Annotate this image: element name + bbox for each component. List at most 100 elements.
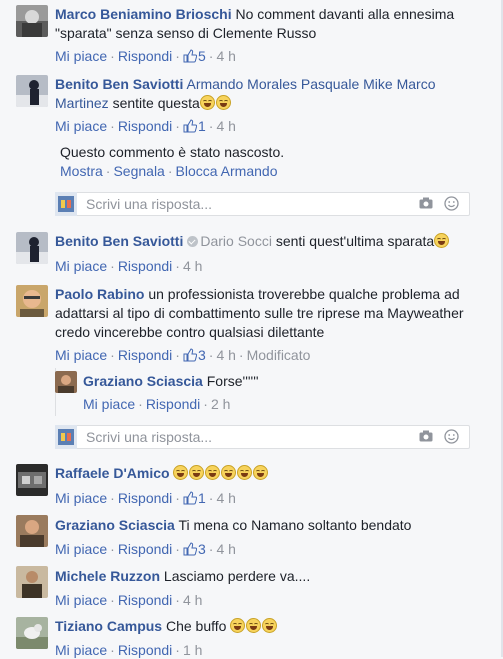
block-link[interactable]: Blocca Armando bbox=[176, 163, 278, 179]
comment-author[interactable]: Graziano Sciascia bbox=[83, 373, 203, 389]
reply-button[interactable]: Rispondi bbox=[118, 258, 172, 274]
comment-author[interactable]: Marco Beniamino Brioschi bbox=[55, 6, 232, 22]
separator: · bbox=[110, 490, 115, 506]
reply-box[interactable] bbox=[55, 425, 470, 449]
reply-button[interactable]: Rispondi bbox=[118, 642, 172, 658]
reply-button[interactable]: Rispondi bbox=[118, 347, 172, 363]
like-count[interactable]: 3 bbox=[183, 541, 206, 557]
avatar[interactable] bbox=[16, 5, 48, 37]
like-button[interactable]: Mi piace bbox=[55, 118, 107, 134]
timestamp[interactable]: 1 h bbox=[183, 642, 202, 658]
comment-author[interactable]: Raffaele D'Amico bbox=[55, 465, 170, 481]
camera-icon[interactable] bbox=[419, 197, 433, 209]
reply-input[interactable] bbox=[86, 426, 409, 448]
reply-button[interactable]: Rispondi bbox=[118, 592, 172, 608]
reply-box[interactable] bbox=[55, 192, 470, 216]
avatar[interactable] bbox=[16, 232, 48, 264]
reply-button[interactable]: Rispondi bbox=[118, 541, 172, 557]
like-button[interactable]: Mi piace bbox=[55, 48, 107, 64]
separator: · bbox=[110, 592, 115, 608]
smiley-icon[interactable] bbox=[444, 429, 459, 444]
timestamp[interactable]: 4 h bbox=[183, 592, 202, 608]
edited-label[interactable]: Modificato bbox=[247, 347, 311, 363]
timestamp[interactable]: 4 h bbox=[216, 48, 235, 64]
comment-author[interactable]: Benito Ben Saviotti bbox=[55, 76, 183, 92]
reply-button[interactable]: Rispondi bbox=[118, 490, 172, 506]
reply-button[interactable]: Rispondi bbox=[146, 396, 200, 412]
separator: · bbox=[208, 490, 214, 506]
separator: · bbox=[208, 48, 214, 64]
emoji-laugh-icon bbox=[173, 465, 189, 480]
like-count[interactable]: 1 bbox=[183, 490, 206, 506]
reply-button[interactable]: Rispondi bbox=[118, 48, 172, 64]
camera-icon[interactable] bbox=[419, 430, 433, 442]
comment-text: senti quest'ultima sparata bbox=[275, 233, 435, 249]
timestamp[interactable]: 4 h bbox=[216, 347, 235, 363]
smiley-icon[interactable] bbox=[444, 196, 459, 211]
timestamp[interactable]: 2 h bbox=[211, 396, 230, 412]
reply-button[interactable]: Rispondi bbox=[118, 118, 172, 134]
hidden-comment-notice: Questo commento è stato nascosto. bbox=[60, 144, 285, 160]
like-button[interactable]: Mi piace bbox=[55, 490, 107, 506]
separator: · bbox=[167, 163, 173, 179]
like-count[interactable]: 1 bbox=[183, 118, 206, 134]
thumbs-up-icon bbox=[183, 348, 197, 362]
thumbs-up-icon bbox=[183, 491, 197, 505]
avatar[interactable] bbox=[16, 464, 48, 496]
emoji-laugh-icon bbox=[434, 233, 450, 248]
separator: · bbox=[110, 347, 115, 363]
show-link[interactable]: Mostra bbox=[60, 163, 103, 179]
comment-author[interactable]: Michele Ruzzon bbox=[55, 568, 160, 584]
reply-input[interactable] bbox=[86, 193, 409, 215]
emoji-laugh-icon bbox=[189, 465, 205, 480]
avatar[interactable] bbox=[16, 617, 48, 649]
like-button[interactable]: Mi piace bbox=[55, 347, 107, 363]
comment-text: Ti mena co Namano soltanto bendato bbox=[178, 517, 412, 533]
timestamp[interactable]: 4 h bbox=[183, 258, 202, 274]
like-button[interactable]: Mi piace bbox=[55, 592, 107, 608]
comment-text: Che buffo bbox=[165, 618, 227, 634]
emoji-laugh-icon bbox=[237, 465, 253, 480]
timestamp[interactable]: 4 h bbox=[216, 490, 235, 506]
like-count[interactable]: 5 bbox=[183, 48, 206, 64]
emoji-laugh-icon bbox=[230, 618, 246, 633]
separator: · bbox=[175, 541, 180, 557]
separator: · bbox=[138, 396, 143, 412]
avatar[interactable] bbox=[16, 566, 48, 598]
user-avatar bbox=[55, 425, 77, 449]
separator: · bbox=[175, 347, 180, 363]
separator: · bbox=[110, 541, 115, 557]
separator: · bbox=[208, 118, 214, 134]
separator: · bbox=[110, 48, 115, 64]
like-button[interactable]: Mi piace bbox=[55, 541, 107, 557]
separator: · bbox=[203, 396, 208, 412]
avatar[interactable] bbox=[16, 285, 48, 317]
avatar[interactable] bbox=[55, 371, 77, 393]
hidden-comment-actions: Mostra · Segnala · Blocca Armando bbox=[60, 162, 277, 181]
thumbs-up-icon bbox=[183, 119, 197, 133]
avatar[interactable] bbox=[16, 75, 48, 107]
like-button[interactable]: Mi piace bbox=[55, 642, 107, 658]
like-count[interactable]: 3 bbox=[183, 347, 206, 363]
mention-link[interactable]: Dario Socci bbox=[200, 233, 272, 249]
timestamp[interactable]: 4 h bbox=[216, 541, 235, 557]
separator: · bbox=[175, 592, 180, 608]
report-link[interactable]: Segnala bbox=[113, 163, 164, 179]
comment-author[interactable]: Tiziano Campus bbox=[55, 618, 162, 634]
separator: · bbox=[208, 347, 214, 363]
like-button[interactable]: Mi piace bbox=[83, 396, 135, 412]
emoji-laugh-icon bbox=[246, 618, 262, 633]
comment-author[interactable]: Benito Ben Saviotti bbox=[55, 233, 183, 249]
separator: · bbox=[175, 48, 180, 64]
thumbs-up-icon bbox=[183, 49, 197, 63]
comment-author[interactable]: Paolo Rabino bbox=[55, 286, 144, 302]
emoji-laugh-icon bbox=[205, 465, 221, 480]
emoji-laugh-icon bbox=[215, 95, 231, 110]
separator: · bbox=[175, 642, 180, 658]
comment-author[interactable]: Graziano Sciascia bbox=[55, 517, 175, 533]
avatar[interactable] bbox=[16, 515, 48, 547]
separator: · bbox=[110, 258, 115, 274]
timestamp[interactable]: 4 h bbox=[216, 118, 235, 134]
like-button[interactable]: Mi piace bbox=[55, 258, 107, 274]
comment-text: Forse'''''' bbox=[206, 373, 259, 389]
